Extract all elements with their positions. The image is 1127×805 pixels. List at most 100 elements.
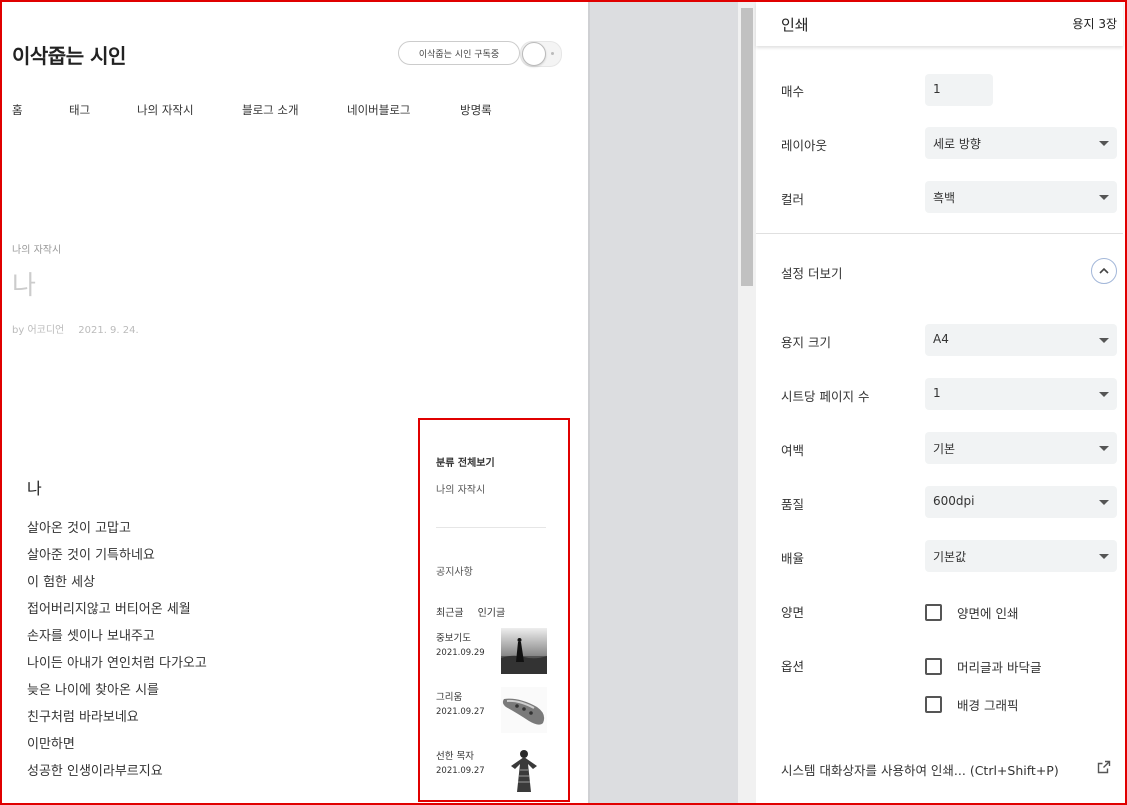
list-item[interactable]: 그리움 2021.09.27 [436,687,548,735]
margins-select[interactable]: 기본 [925,432,1117,464]
quality-value: 600dpi [933,494,975,508]
color-label: 컬러 [781,192,805,207]
nav-guestbook[interactable]: 방명록 [460,102,492,118]
toggle-dot-icon [551,52,554,55]
nav-tags[interactable]: 태그 [69,102,90,118]
sheet-count: 용지 3장 [1072,17,1117,31]
poem-line: 이 험한 세상 [27,575,96,590]
nav-naver-blog[interactable]: 네이버블로그 [347,102,410,118]
pages-per-sheet-select[interactable]: 1 [925,378,1117,410]
preview-scrollbar-thumb[interactable] [741,8,753,286]
nav-home[interactable]: 홈 [12,102,23,118]
chevron-down-icon [1099,500,1109,505]
scale-value: 기본값 [933,550,967,564]
quality-select[interactable]: 600dpi [925,486,1117,518]
blog-sidebar: 분류 전체보기 나의 자작시 공지사항 최근글 인기글 중보기도 2021.09.… [418,418,570,802]
scale-label: 배율 [781,551,805,566]
violinist-thumbnail [501,628,547,674]
paper-size-select[interactable]: A4 [925,324,1117,356]
margins-value: 기본 [933,442,956,456]
background-graphics-label[interactable]: 배경 그래픽 [957,695,1018,714]
pages-per-sheet-label: 시트당 페이지 수 [781,389,870,404]
shepherd-thumbnail [501,746,547,792]
copies-label: 매수 [781,84,805,99]
tab-popular[interactable]: 인기글 [478,608,506,619]
post-date: 2021. 9. 24. [78,325,139,336]
duplex-option-label[interactable]: 양면에 인쇄 [957,603,1018,622]
poem-line: 늦은 나이에 찾아온 시를 [27,683,159,698]
toggle-knob [522,42,546,66]
sidebar-tabs: 최근글 인기글 [436,604,505,619]
more-settings-label[interactable]: 설정 더보기 [781,263,842,282]
quality-label: 품질 [781,497,805,512]
layout-value: 세로 방향 [933,137,981,151]
poem-line: 살아온 것이 고맙고 [27,521,131,536]
poem-line: 친구처럼 바라보네요 [27,710,139,725]
chevron-down-icon [1099,554,1109,559]
pages-per-sheet-value: 1 [933,386,941,400]
post-meta: by 어코디언 2021. 9. 24. [12,321,139,336]
nav-blog-intro[interactable]: 블로그 소개 [242,102,299,118]
ocarina-thumbnail [501,687,547,733]
chevron-down-icon [1099,392,1109,397]
paper-size-label: 용지 크기 [781,335,831,350]
scale-select[interactable]: 기본값 [925,540,1117,572]
chevron-up-icon [1099,267,1109,274]
post-item-date: 2021.09.27 [436,766,485,776]
section-divider [756,233,1123,234]
sidebar-notice[interactable]: 공지사항 [436,563,473,578]
subscribe-button[interactable]: 이삭줍는 시인 구독중 [398,41,520,65]
poem-line: 손자를 셋이나 보내주고 [27,629,155,644]
duplex-checkbox[interactable] [925,604,942,621]
sidebar-heading[interactable]: 분류 전체보기 [436,454,495,469]
print-preview-page[interactable]: 이삭줍는 시인 이삭줍는 시인 구독중 홈 태그 나의 자작시 블로그 소개 네… [2,2,588,803]
list-item[interactable]: 중보기도 2021.09.29 [436,628,548,676]
theme-toggle[interactable] [520,41,562,67]
sidebar-divider [436,527,546,528]
post-item-date: 2021.09.27 [436,707,485,717]
chevron-down-icon [1099,446,1109,451]
paper-size-value: A4 [933,332,949,346]
open-external-icon[interactable] [1097,760,1111,774]
post-title: 나 [12,271,36,301]
post-author: by 어코디언 [12,325,65,336]
post-item-title: 중보기도 [436,633,471,644]
layout-select[interactable]: 세로 방향 [925,127,1117,159]
tab-recent[interactable]: 최근글 [436,608,464,619]
system-dialog-link[interactable]: 시스템 대화상자를 사용하여 인쇄... (Ctrl+Shift+P) [781,760,1059,779]
poem-line: 이만하면 [27,737,75,752]
collapse-settings-button[interactable] [1091,258,1117,284]
poem-body: 살아온 것이 고맙고 살아준 것이 기특하네요 이 험한 세상 접어버리지않고 … [27,518,207,788]
preview-background [588,2,738,803]
chevron-down-icon [1099,195,1109,200]
blog-title[interactable]: 이삭줍는 시인 [12,40,126,69]
chevron-down-icon [1099,141,1109,146]
headers-footers-checkbox[interactable] [925,658,942,675]
poem-title: 나 [27,479,42,498]
poem-line: 성공한 인생이라부르지요 [27,764,163,779]
margins-label: 여백 [781,443,805,458]
post-item-title: 선한 목자 [436,751,474,762]
layout-label: 레이아웃 [781,138,828,153]
poem-line: 접어버리지않고 버티어온 세월 [27,602,191,617]
print-settings-panel: 인쇄 용지 3장 매수 1 레이아웃 세로 방향 컬러 흑백 설정 더보기 용지… [756,2,1123,803]
copies-value: 1 [933,82,941,96]
duplex-label: 양면 [781,605,805,620]
post-item-title: 그리움 [436,692,463,703]
background-graphics-checkbox[interactable] [925,696,942,713]
print-header: 인쇄 용지 3장 [756,2,1123,46]
print-title: 인쇄 [781,16,809,34]
headers-footers-label[interactable]: 머리글과 바닥글 [957,657,1041,676]
sidebar-category[interactable]: 나의 자작시 [436,481,485,496]
page-edge [588,2,590,803]
nav-my-poems[interactable]: 나의 자작시 [137,102,194,118]
chevron-down-icon [1099,338,1109,343]
color-select[interactable]: 흑백 [925,181,1117,213]
color-value: 흑백 [933,191,956,205]
post-category[interactable]: 나의 자작시 [12,241,61,256]
copies-input[interactable]: 1 [925,74,993,106]
options-label: 옵션 [781,659,805,674]
list-item[interactable]: 선한 목자 2021.09.27 [436,746,548,794]
poem-line: 나이든 아내가 연인처럼 다가오고 [27,656,207,671]
post-item-date: 2021.09.29 [436,648,485,658]
